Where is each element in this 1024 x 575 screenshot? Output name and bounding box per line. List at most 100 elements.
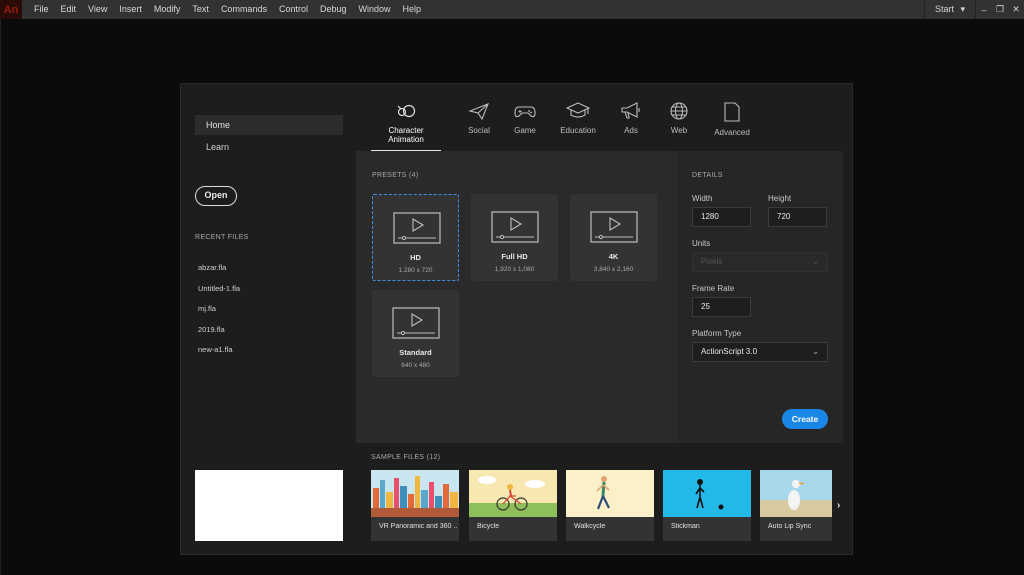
menu-help[interactable]: Help bbox=[397, 0, 428, 19]
sample-file-card[interactable]: Bicycle bbox=[469, 470, 557, 541]
preset-name: HD bbox=[410, 253, 421, 262]
presets-panel: PRESETS (4) HD 1,280 x 720 Full HD 1,920… bbox=[356, 151, 677, 443]
details-panel: DETAILS Width 1280 Height 720 Units Pixe… bbox=[677, 151, 843, 443]
platform-type-label: Platform Type bbox=[692, 329, 742, 338]
menu-window[interactable]: Window bbox=[353, 0, 397, 19]
sample-thumbnail-lip-sync bbox=[760, 470, 832, 517]
character-animation-icon bbox=[397, 104, 416, 118]
tab-label: Advanced bbox=[714, 128, 750, 137]
sample-thumbnail-stickman bbox=[663, 470, 751, 517]
presets-title: PRESETS (4) bbox=[372, 172, 419, 179]
menu-modify[interactable]: Modify bbox=[148, 0, 187, 19]
units-select: Pixels ⌄ bbox=[692, 252, 828, 272]
paper-plane-icon bbox=[468, 103, 489, 120]
preset-4k[interactable]: 4K 3,840 x 2,160 bbox=[570, 194, 657, 281]
sample-name: Bicycle bbox=[477, 523, 500, 530]
preset-full-hd[interactable]: Full HD 1,920 x 1,080 bbox=[471, 194, 558, 281]
stickman-thumbnail bbox=[663, 470, 751, 517]
tab-web[interactable]: Web bbox=[661, 98, 697, 148]
preset-name: Standard bbox=[399, 348, 432, 357]
chevron-down-icon: ⌄ bbox=[812, 257, 819, 266]
height-label: Height bbox=[768, 194, 792, 203]
tab-game[interactable]: Game bbox=[507, 98, 543, 148]
menu-text[interactable]: Text bbox=[186, 0, 215, 19]
recent-file-item[interactable]: new-a1.fla bbox=[198, 345, 240, 366]
city-skyline-thumbnail bbox=[371, 470, 459, 517]
gamepad-icon bbox=[514, 106, 536, 118]
minimize-icon[interactable]: – bbox=[976, 5, 992, 15]
video-preset-icon bbox=[590, 211, 638, 243]
create-button[interactable]: Create bbox=[782, 409, 828, 429]
platform-type-value: ActionScript 3.0 bbox=[701, 347, 758, 356]
tab-ads[interactable]: Ads bbox=[613, 98, 649, 148]
video-preset-icon bbox=[393, 212, 441, 244]
recent-file-item[interactable]: mj.fla bbox=[198, 304, 240, 325]
menu-insert[interactable]: Insert bbox=[113, 0, 148, 19]
menu-right-group: Start ▾ – ❐ ✕ bbox=[923, 0, 1024, 19]
sample-file-card[interactable]: Walkcycle bbox=[566, 470, 654, 541]
tab-label: Education bbox=[560, 126, 596, 135]
recent-files-title: RECENT FILES bbox=[195, 234, 249, 241]
menu-file[interactable]: File bbox=[28, 0, 55, 19]
sample-file-card[interactable]: Auto Lip Sync bbox=[760, 470, 832, 541]
app-workspace: Home Learn Open RECENT FILES abzar.fla U… bbox=[0, 19, 1024, 575]
chevron-down-icon: ▾ bbox=[960, 4, 965, 14]
tab-advanced[interactable]: Advanced bbox=[709, 98, 755, 148]
tab-label: Ads bbox=[624, 126, 638, 135]
sample-name: Auto Lip Sync bbox=[768, 523, 812, 530]
sample-thumbnail-vr bbox=[371, 470, 459, 517]
video-preset-icon bbox=[491, 211, 539, 243]
tab-education[interactable]: Education bbox=[555, 98, 601, 148]
tab-label: Social bbox=[468, 126, 490, 135]
recent-file-item[interactable]: 2019.fla bbox=[198, 325, 240, 346]
frame-rate-label: Frame Rate bbox=[692, 284, 735, 293]
recent-file-item[interactable]: abzar.fla bbox=[198, 263, 240, 284]
preset-size: 1,280 x 720 bbox=[398, 267, 433, 274]
preset-name: 4K bbox=[608, 252, 619, 261]
menu-bar: An File Edit View Insert Modify Text Com… bbox=[0, 0, 1024, 19]
bicycle-thumbnail bbox=[469, 470, 557, 517]
lip-sync-thumbnail bbox=[760, 470, 832, 517]
height-field[interactable]: 720 bbox=[768, 207, 827, 227]
restore-icon[interactable]: ❐ bbox=[992, 4, 1008, 15]
megaphone-icon bbox=[621, 102, 640, 119]
menu-debug[interactable]: Debug bbox=[314, 0, 353, 19]
frame-rate-field[interactable]: 25 bbox=[692, 297, 751, 317]
graduation-cap-icon bbox=[566, 102, 590, 118]
preset-hd[interactable]: HD 1,280 x 720 bbox=[372, 194, 459, 281]
workspace-switcher[interactable]: Start ▾ bbox=[923, 0, 976, 19]
preset-name: Full HD bbox=[501, 252, 528, 261]
platform-type-select[interactable]: ActionScript 3.0 ⌄ bbox=[692, 342, 828, 362]
start-screen: Home Learn Open RECENT FILES abzar.fla U… bbox=[180, 83, 853, 555]
nav-home[interactable]: Home bbox=[195, 115, 343, 135]
menu-view[interactable]: View bbox=[82, 0, 113, 19]
recent-file-item[interactable]: Untitled-1.fla bbox=[198, 284, 240, 305]
details-title: DETAILS bbox=[692, 172, 723, 179]
sample-name: VR Panoramic and 360 ... bbox=[379, 523, 457, 530]
globe-icon bbox=[670, 102, 688, 120]
promo-panel bbox=[195, 470, 343, 541]
sample-file-card[interactable]: VR Panoramic and 360 ... bbox=[371, 470, 459, 541]
close-icon[interactable]: ✕ bbox=[1008, 4, 1024, 15]
nav-learn[interactable]: Learn bbox=[195, 137, 343, 157]
chevron-down-icon: ⌄ bbox=[812, 347, 819, 356]
width-field[interactable]: 1280 bbox=[692, 207, 751, 227]
preset-size: 3,840 x 2,160 bbox=[593, 266, 634, 273]
sample-name: Stickman bbox=[671, 523, 700, 530]
tab-social[interactable]: Social bbox=[461, 98, 497, 148]
menu-commands[interactable]: Commands bbox=[215, 0, 273, 19]
menu-edit[interactable]: Edit bbox=[55, 0, 83, 19]
document-icon bbox=[724, 102, 740, 122]
sample-file-card[interactable]: Stickman bbox=[663, 470, 751, 541]
video-preset-icon bbox=[392, 307, 440, 339]
units-value: Pixels bbox=[701, 257, 723, 266]
menu-control[interactable]: Control bbox=[273, 0, 314, 19]
recent-files-list: abzar.fla Untitled-1.fla mj.fla 2019.fla… bbox=[198, 263, 240, 366]
chevron-right-icon[interactable]: › bbox=[837, 500, 840, 511]
tab-character-animation[interactable]: Character Animation bbox=[371, 98, 441, 152]
open-button[interactable]: Open bbox=[195, 186, 237, 206]
tab-label: Character Animation bbox=[388, 126, 424, 144]
preset-standard[interactable]: Standard 640 x 480 bbox=[372, 290, 459, 377]
preset-size: 640 x 480 bbox=[401, 362, 430, 369]
tab-label: Game bbox=[514, 126, 536, 135]
